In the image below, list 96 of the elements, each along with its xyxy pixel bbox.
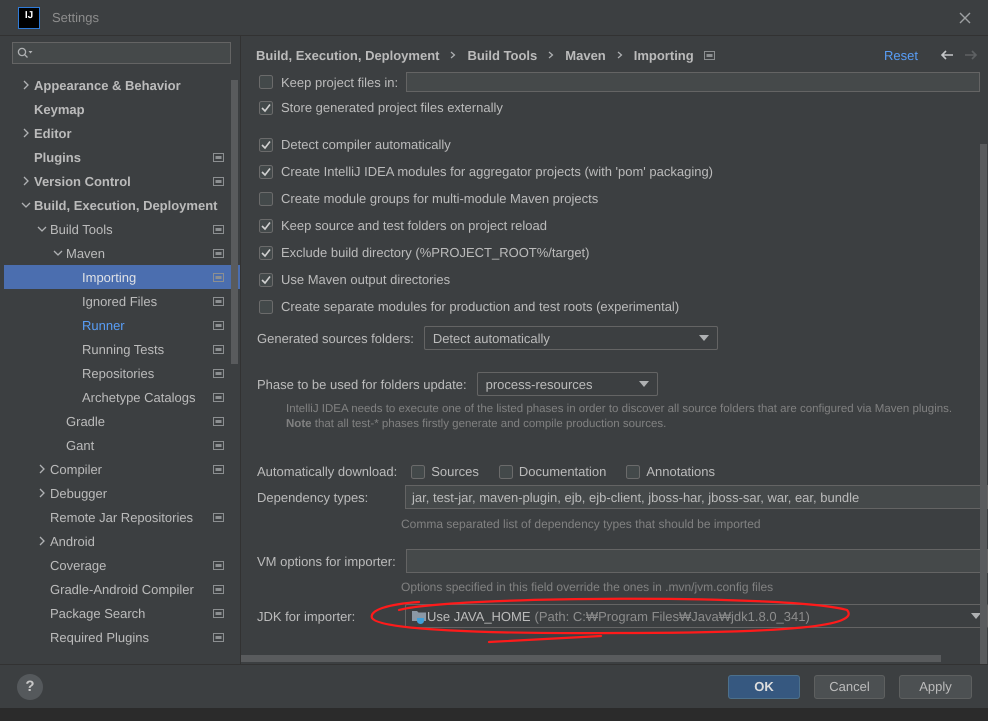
text-field[interactable]: [406, 549, 988, 573]
tree-item[interactable]: Gant: [4, 433, 240, 457]
scrollbar[interactable]: [980, 144, 987, 664]
tree-item[interactable]: Required Plugins: [4, 625, 240, 649]
breadcrumb[interactable]: Build, Execution, Deployment: [256, 48, 440, 62]
checkbox-label: Annotations: [646, 464, 716, 479]
ok-button[interactable]: OK: [728, 674, 800, 698]
breadcrumb-separator-icon: [547, 49, 556, 61]
close-icon[interactable]: [958, 10, 972, 24]
cancel-button[interactable]: Cancel: [814, 674, 885, 698]
tree-item[interactable]: Package Search: [4, 601, 240, 625]
tree-item[interactable]: Android: [4, 529, 240, 553]
field-label: Automatically download:: [257, 464, 398, 479]
tree-item[interactable]: Running Tests: [4, 337, 240, 361]
checkbox-label: Use Maven output directories: [281, 272, 450, 287]
checkbox[interactable]: [259, 300, 273, 314]
checkbox-label: Store generated project files externally: [281, 100, 503, 115]
dropdown-arrow-icon: [971, 613, 981, 619]
dropdown[interactable]: Use JAVA_HOME (Path: C:₩Program Files₩Java₩jdk1.8.0_341): [405, 604, 988, 628]
directory-field[interactable]: [406, 72, 980, 92]
tree-item[interactable]: Ignored Files: [4, 289, 240, 313]
checkbox-label: Exclude build directory (%PROJECT_ROOT%/target): [281, 245, 590, 260]
tree-item[interactable]: Remote Jar Repositories: [4, 505, 240, 529]
chevron-right-icon[interactable]: [37, 487, 47, 499]
search-icon: [17, 47, 33, 59]
tree-item[interactable]: Build Tools: [4, 217, 240, 241]
dropdown[interactable]: Detect automatically: [424, 326, 718, 350]
field-label: Dependency types:: [257, 490, 370, 504]
checkbox[interactable]: [259, 164, 273, 178]
hint-text: Comma separated list of dependency types that should be imported: [401, 517, 762, 532]
dropdown-arrow-icon: [698, 335, 709, 341]
tree-item[interactable]: Debugger: [4, 481, 240, 505]
checkbox[interactable]: [259, 75, 273, 89]
tree-item[interactable]: Version Control: [4, 169, 240, 193]
field-label: Phase to be used for folders update:: [257, 376, 467, 392]
tree-item[interactable]: Editor: [4, 121, 240, 145]
checkbox[interactable]: [259, 272, 273, 286]
chevron-right-icon[interactable]: [21, 127, 31, 139]
breadcrumb[interactable]: Importing: [634, 48, 694, 62]
project-settings-icon: [704, 50, 715, 60]
field-label: Generated sources folders:: [257, 330, 414, 346]
window-title: Settings: [52, 10, 100, 25]
chevron-right-icon[interactable]: [37, 463, 47, 475]
checkbox[interactable]: [259, 218, 273, 232]
checkbox-label: Keep source and test folders on project reload: [281, 218, 547, 233]
checkbox-label: Create module groups for multi-module Maven projects: [281, 191, 598, 206]
chevron-right-icon[interactable]: [21, 175, 31, 187]
field-label: VM options for importer:: [257, 554, 396, 568]
tree-item[interactable]: Compiler: [4, 457, 240, 481]
folder-icon: [411, 608, 427, 624]
tree-item[interactable]: Runner: [4, 313, 240, 337]
hint-text: Note that all test-* phases firstly generate and compile production sources.: [286, 417, 668, 432]
reset-link[interactable]: Reset: [884, 48, 918, 62]
checkbox-label: Detect compiler automatically: [281, 137, 451, 152]
dropdown[interactable]: process-resources: [476, 372, 658, 396]
checkbox[interactable]: [259, 246, 273, 260]
breadcrumb-separator-icon: [616, 49, 624, 61]
checkbox-label: Keep project files in:: [281, 74, 398, 90]
checkbox[interactable]: [259, 100, 273, 114]
checkbox[interactable]: [498, 464, 513, 478]
help-button[interactable]: ?: [17, 674, 43, 700]
checkbox-label: Create separate modules for production and test roots (experimental): [281, 299, 680, 314]
hint-text: IntelliJ IDEA needs to execute one of the listed phases in order to discover all source folders that are configured via Maven plugins.: [286, 402, 954, 417]
checkbox-label: Create IntelliJ IDEA modules for aggregator projects (with 'pom' packaging): [281, 164, 714, 179]
tree-item[interactable]: Archetype Catalogs: [4, 385, 240, 409]
tree-item[interactable]: Keymap: [4, 97, 240, 121]
scrollbar[interactable]: [241, 655, 941, 662]
app-logo: IJ: [18, 6, 40, 28]
checkbox-label: Sources: [431, 464, 479, 479]
checkbox[interactable]: [259, 138, 273, 152]
chevron-right-icon[interactable]: [37, 535, 47, 547]
hint-text: Options specified in this field override the ones in .mvn/jvm.config files: [401, 580, 774, 595]
tree-item[interactable]: Importing: [4, 265, 240, 289]
checkbox[interactable]: [626, 464, 640, 478]
search-field[interactable]: [12, 42, 231, 64]
breadcrumb[interactable]: Build Tools: [467, 48, 538, 62]
tree-item[interactable]: Gradle: [4, 409, 240, 433]
tree-item[interactable]: Coverage: [4, 553, 240, 577]
tree-item[interactable]: Maven: [4, 241, 240, 265]
tree-item[interactable]: Gradle-Android Compiler: [4, 577, 240, 601]
back-arrow-icon[interactable]: [940, 49, 954, 61]
tree-item[interactable]: Plugins: [4, 145, 240, 169]
checkbox[interactable]: [411, 464, 426, 478]
text-field[interactable]: jar, test-jar, maven-plugin, ejb, ejb-client, jboss-har, jboss-sar, war, ear, bundle: [405, 485, 988, 509]
breadcrumb-separator-icon: [449, 49, 458, 61]
apply-button[interactable]: Apply: [899, 674, 972, 698]
field-label: JDK for importer:: [257, 608, 356, 624]
dropdown-arrow-icon: [638, 381, 649, 387]
scrollbar[interactable]: [231, 80, 238, 364]
breadcrumb[interactable]: Maven: [565, 48, 606, 62]
tree-item[interactable]: Repositories: [4, 361, 240, 385]
tree-item[interactable]: Build, Execution, Deployment: [4, 193, 240, 217]
tree-item[interactable]: Appearance & Behavior: [4, 73, 240, 97]
checkbox-label: Documentation: [518, 464, 606, 479]
chevron-right-icon[interactable]: [21, 79, 31, 91]
checkbox[interactable]: [259, 192, 273, 206]
